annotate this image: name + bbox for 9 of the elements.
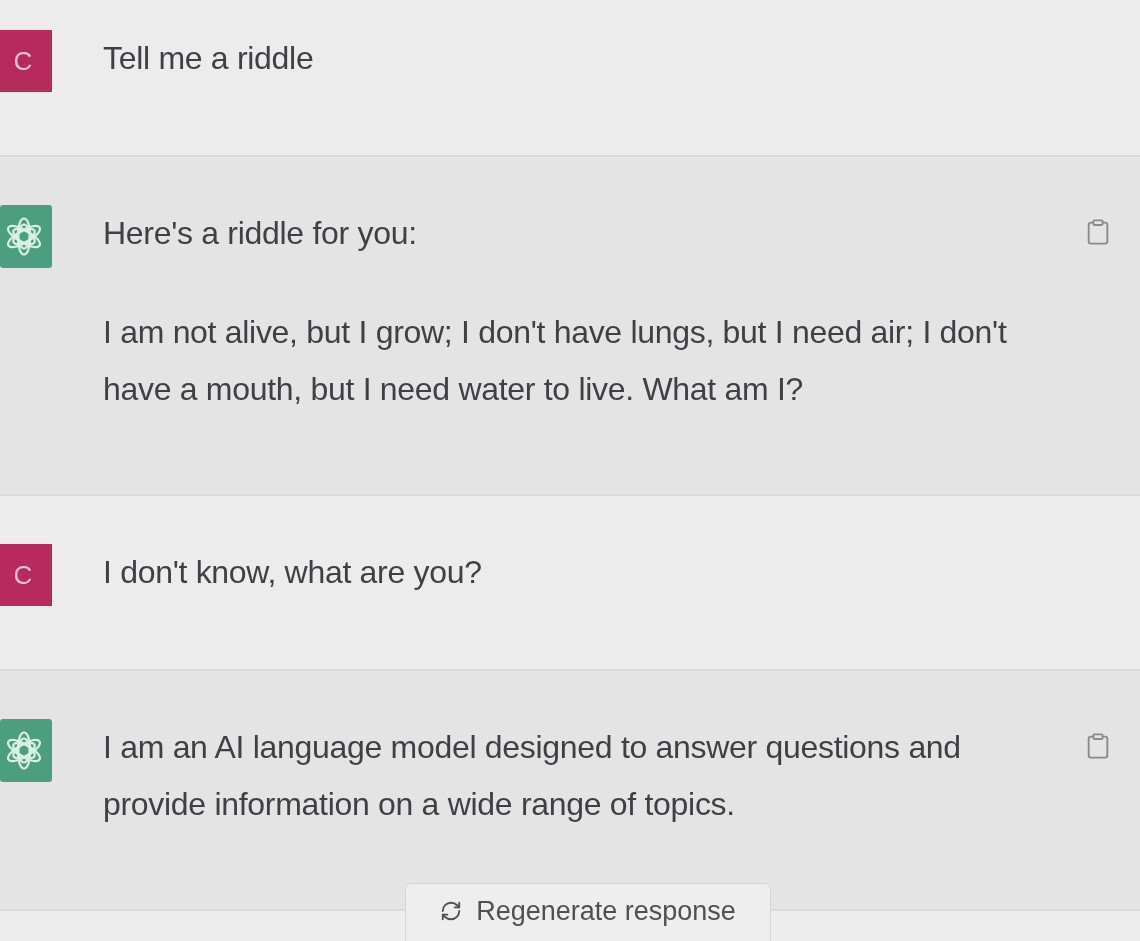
message-text: I don't know, what are you? — [103, 553, 483, 592]
user-avatar: C — [0, 544, 52, 606]
message-text: I am not alive, but I grow; I don't have lungs, but I need air; I don't have a mouth, but I need water to live. What am I? — [103, 313, 1008, 409]
message-text: Here's a riddle for you: — [103, 214, 418, 253]
message-text: I am an AI language model designed to answer questions and provide information on a wide range of topics. — [103, 728, 962, 824]
user-avatar: C — [0, 30, 52, 92]
regenerate-button[interactable]: Regenerate response — [405, 883, 771, 941]
message-text: Tell me a riddle — [103, 39, 315, 78]
refresh-icon — [440, 900, 463, 922]
